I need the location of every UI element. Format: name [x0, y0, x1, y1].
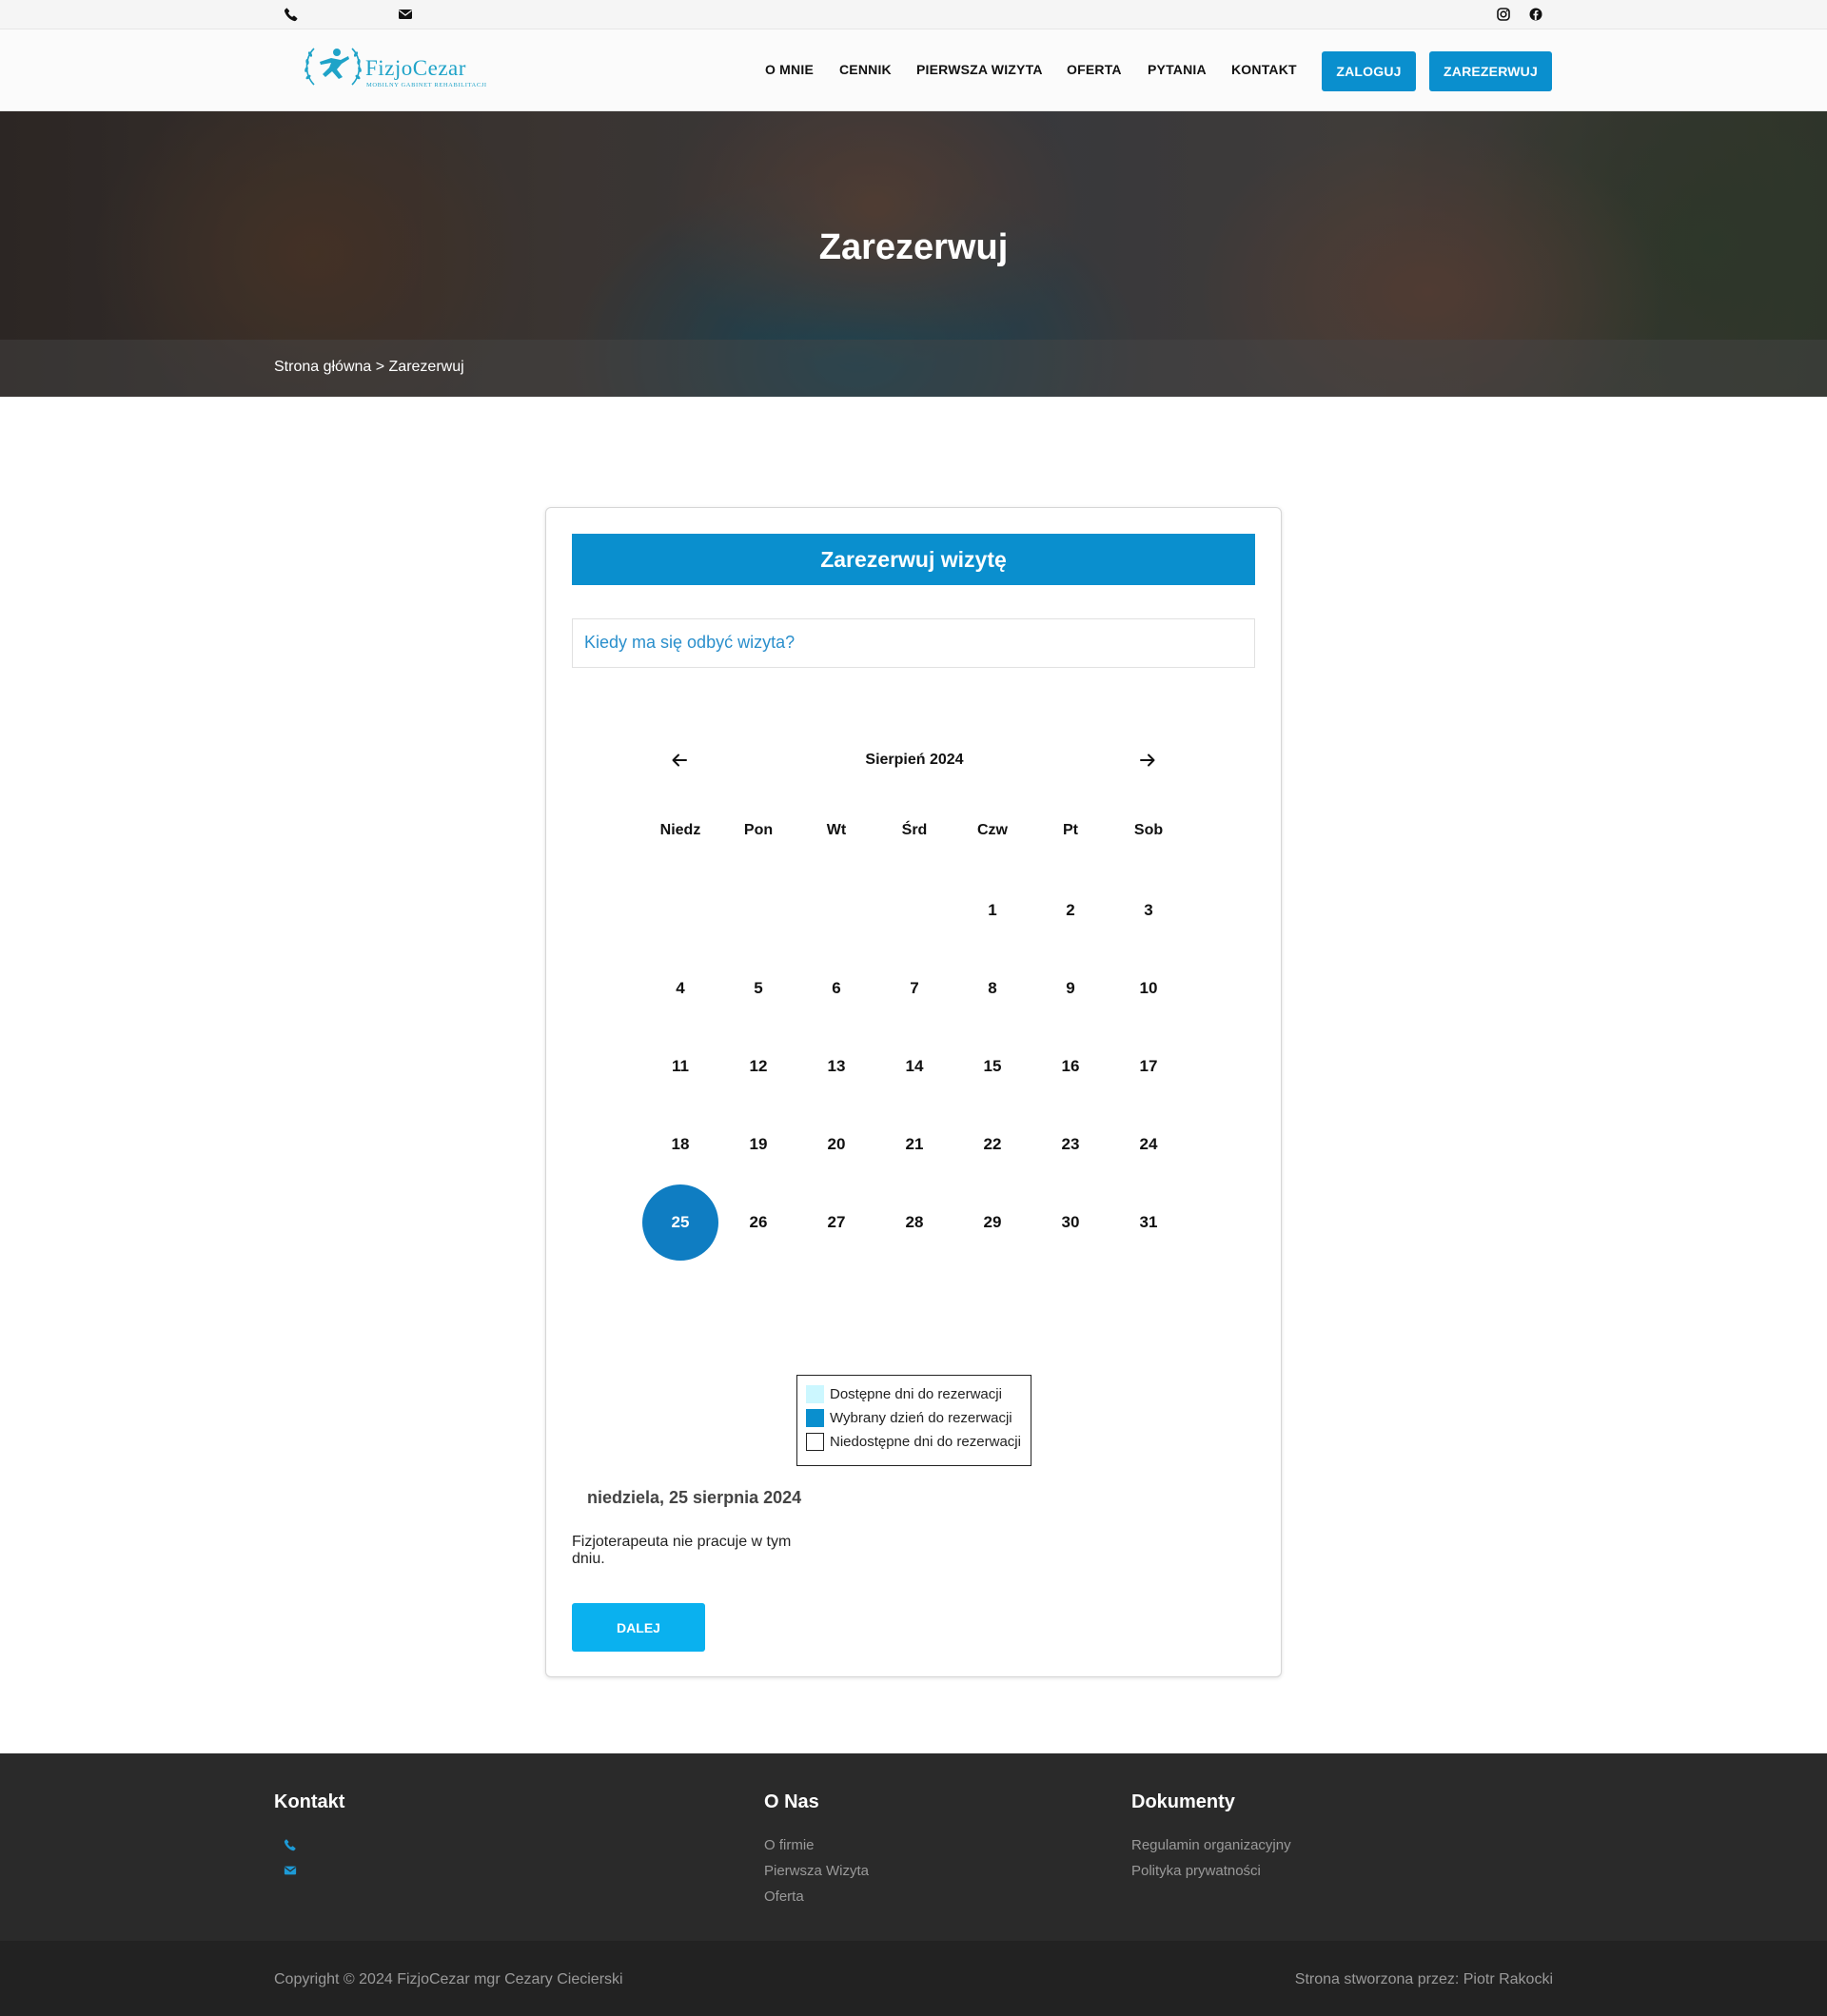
footer-link-pierwsza-wizyta[interactable]: Pierwsza Wizyta	[764, 1863, 869, 1879]
calendar-day-selected[interactable]: 25	[642, 1184, 718, 1261]
calendar-day[interactable]: 30	[1032, 1184, 1109, 1261]
instagram-icon[interactable]	[1496, 7, 1511, 22]
legend-available: Dostępne dni do rezerwacji	[806, 1384, 1002, 1403]
calendar-day[interactable]: 9	[1032, 950, 1109, 1027]
legend-swatch-unavailable	[806, 1432, 824, 1451]
nav-pytania[interactable]: PYTANIA	[1148, 62, 1207, 77]
next-month-button[interactable]	[1133, 746, 1162, 774]
legend-swatch-selected	[806, 1408, 824, 1427]
nav-kontakt[interactable]: KONTAKT	[1231, 62, 1297, 77]
calendar-day[interactable]: 26	[720, 1184, 796, 1261]
legend-label: Wybrany dzień do rezerwacji	[830, 1409, 1012, 1426]
next-button[interactable]: DALEJ	[572, 1603, 705, 1652]
calendar-day[interactable]: 3	[1110, 872, 1187, 949]
calendar-day[interactable]: 23	[1032, 1106, 1109, 1183]
site-header: FizjoCezar MOBILNY GABINET REHABILITACJI…	[0, 29, 1827, 111]
weekday-label: Sob	[1133, 822, 1164, 838]
weekday-label: Pon	[743, 822, 774, 838]
calendar-day[interactable]: 11	[642, 1028, 718, 1105]
footer-link-o-firmie[interactable]: O firmie	[764, 1837, 815, 1853]
calendar-day[interactable]: 27	[798, 1184, 874, 1261]
logo-name: FizjoCezar	[365, 56, 466, 80]
calendar-day[interactable]: 15	[954, 1028, 1031, 1105]
calendar-day[interactable]: 1	[954, 872, 1031, 949]
top-bar	[0, 0, 1827, 29]
selected-date: niedziela, 25 sierpnia 2024	[587, 1488, 802, 1507]
calendar-day[interactable]: 5	[720, 950, 796, 1027]
legend-label: Niedostępne dni do rezerwacji	[830, 1433, 1021, 1450]
calendar-month: Sierpień 2024	[865, 752, 964, 768]
logo-emblem-icon	[304, 48, 362, 86]
envelope-icon[interactable]	[398, 7, 413, 22]
calendar-day[interactable]: 10	[1110, 950, 1187, 1027]
legend-label: Dostępne dni do rezerwacji	[830, 1385, 1002, 1402]
calendar-day[interactable]: 13	[798, 1028, 874, 1105]
weekday-label: Pt	[1063, 822, 1078, 838]
calendar-day[interactable]: 8	[954, 950, 1031, 1027]
calendar-day[interactable]: 7	[876, 950, 953, 1027]
booking-card: Zarezerwuj wizytę Kiedy ma się odbyć wiz…	[545, 507, 1282, 1677]
footer-bottom: Copyright © 2024 FizjoCezar mgr Cezary C…	[0, 1941, 1827, 2016]
footer-about-title: O Nas	[764, 1791, 819, 1812]
footer-link-oferta[interactable]: Oferta	[764, 1889, 804, 1905]
footer-link-regulamin[interactable]: Regulamin organizacyjny	[1131, 1837, 1291, 1853]
phone-icon[interactable]	[284, 1838, 297, 1851]
calendar-day[interactable]: 12	[720, 1028, 796, 1105]
breadcrumb[interactable]: Strona główna > Zarezerwuj	[274, 359, 464, 376]
facebook-icon[interactable]	[1528, 7, 1543, 22]
phone-icon[interactable]	[284, 7, 299, 22]
availability-message: Fizjoterapeuta nie pracuje w tym dniu.	[572, 1534, 792, 1567]
page-title: Zarezerwuj	[818, 227, 1009, 267]
calendar-day[interactable]: 31	[1110, 1184, 1187, 1261]
nav-pierwsza-wizyta[interactable]: PIERWSZA WIZYTA	[916, 62, 1043, 77]
nav-oferta[interactable]: OFERTA	[1067, 62, 1122, 77]
calendar-day[interactable]: 24	[1110, 1106, 1187, 1183]
envelope-icon[interactable]	[284, 1864, 297, 1877]
arrow-right-icon	[1140, 754, 1155, 767]
calendar-day[interactable]: 19	[720, 1106, 796, 1183]
calendar-day[interactable]: 16	[1032, 1028, 1109, 1105]
calendar-day[interactable]: 18	[642, 1106, 718, 1183]
weekday-label: Czw	[977, 822, 1008, 838]
nav-o-mnie[interactable]: O MNIE	[765, 62, 814, 77]
calendar-day[interactable]: 20	[798, 1106, 874, 1183]
footer: Kontakt O Nas O firmie Pierwsza Wizyta O…	[0, 1753, 1827, 1941]
book-button[interactable]: ZAREZERWUJ	[1429, 51, 1552, 91]
calendar-day[interactable]: 22	[954, 1106, 1031, 1183]
calendar-day[interactable]: 14	[876, 1028, 953, 1105]
weekday-label: Niedz	[659, 822, 701, 838]
site-credit[interactable]: Strona stworzona przez: Piotr Rakocki	[1295, 1971, 1553, 1988]
calendar-day[interactable]: 2	[1032, 872, 1109, 949]
visit-question-field[interactable]: Kiedy ma się odbyć wizyta?	[572, 618, 1255, 668]
copyright: Copyright © 2024 FizjoCezar mgr Cezary C…	[274, 1971, 623, 1987]
calendar-day[interactable]: 4	[642, 950, 718, 1027]
calendar-day[interactable]: 21	[876, 1106, 953, 1183]
weekday-label: Śrd	[901, 822, 928, 838]
calendar-day[interactable]: 29	[954, 1184, 1031, 1261]
logo[interactable]: FizjoCezar MOBILNY GABINET REHABILITACJI	[303, 39, 502, 98]
calendar-day[interactable]: 6	[798, 950, 874, 1027]
legend-selected: Wybrany dzień do rezerwacji	[806, 1408, 1012, 1427]
login-button[interactable]: ZALOGUJ	[1322, 51, 1416, 91]
calendar-day[interactable]: 28	[876, 1184, 953, 1261]
nav-cennik[interactable]: CENNIK	[839, 62, 892, 77]
footer-link-polityka[interactable]: Polityka prywatności	[1131, 1863, 1261, 1879]
calendar-day[interactable]: 17	[1110, 1028, 1187, 1105]
weekday-label: Wt	[826, 822, 847, 838]
footer-docs-title: Dokumenty	[1131, 1791, 1235, 1812]
breadcrumb-bar: Strona główna > Zarezerwuj	[0, 340, 1827, 397]
footer-contact-title: Kontakt	[274, 1791, 345, 1812]
hero-banner: Zarezerwuj Strona główna > Zarezerwuj	[0, 111, 1827, 397]
logo-tagline: MOBILNY GABINET REHABILITACJI	[366, 82, 487, 88]
calendar-legend: Dostępne dni do rezerwacji Wybrany dzień…	[796, 1375, 1031, 1466]
legend-unavailable: Niedostępne dni do rezerwacji	[806, 1432, 1021, 1451]
booking-title: Zarezerwuj wizytę	[572, 534, 1255, 585]
legend-swatch-available	[806, 1384, 824, 1403]
